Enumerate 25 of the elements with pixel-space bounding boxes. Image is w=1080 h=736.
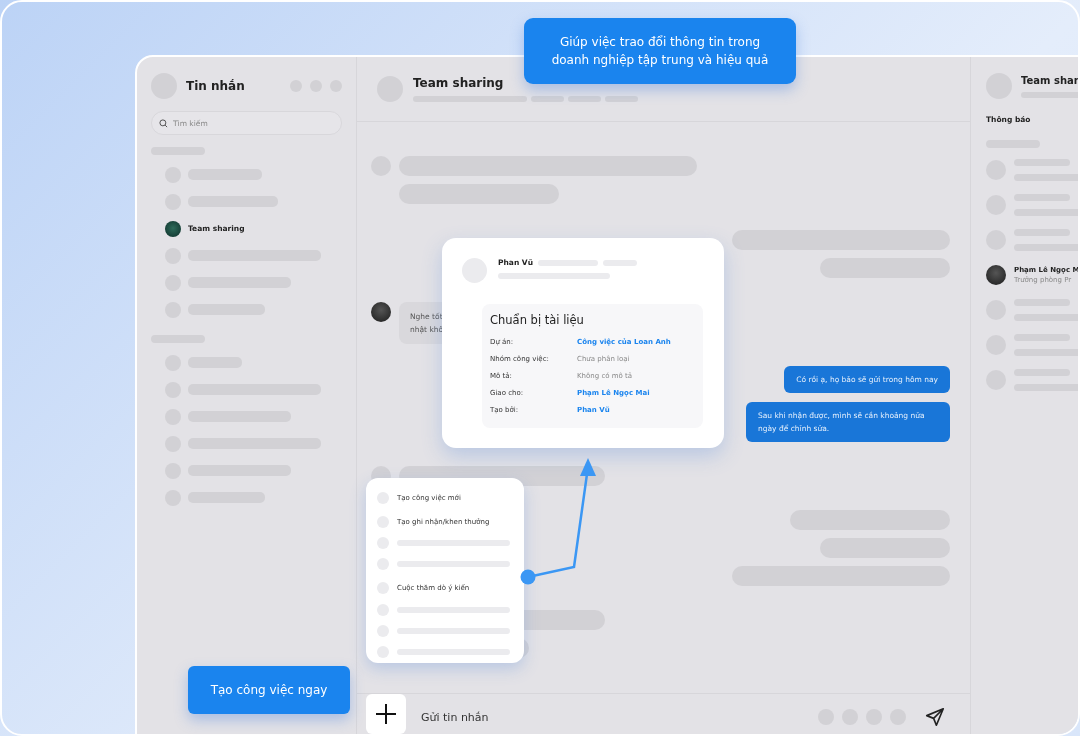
panel-title: Team shar (1021, 74, 1078, 86)
placeholder-bar (1021, 91, 1078, 98)
placeholder-bar (1014, 208, 1078, 216)
plus-icon (375, 703, 397, 725)
avatar (986, 264, 1006, 285)
connector-dot (520, 569, 536, 585)
placeholder-bar (1014, 313, 1078, 321)
chat-title: Team sharing (413, 76, 505, 90)
placeholder-bar (1014, 173, 1078, 181)
message-input[interactable]: Gửi tin nhắn (419, 709, 810, 725)
placeholder-bar (1014, 243, 1078, 251)
group-avatar (165, 220, 181, 237)
placeholder-bar (531, 96, 564, 102)
search-icon (159, 119, 168, 128)
add-button[interactable] (366, 694, 406, 734)
sidebar-title: Tin nhắn (186, 79, 245, 93)
callout-banner: Giúp việc trao đổi thông tin trong doanh nghiệp tập trung và hiệu quả (524, 18, 796, 84)
send-icon[interactable] (924, 706, 946, 728)
placeholder-bar (605, 96, 638, 102)
task-title: Chuẩn bị tài liệu (490, 313, 585, 327)
placeholder-bar (568, 96, 601, 102)
placeholder-bar (1014, 383, 1078, 391)
create-task-button[interactable]: Tạo công việc ngay (188, 666, 350, 714)
avatar (371, 302, 391, 322)
placeholder-bar (1014, 348, 1078, 356)
